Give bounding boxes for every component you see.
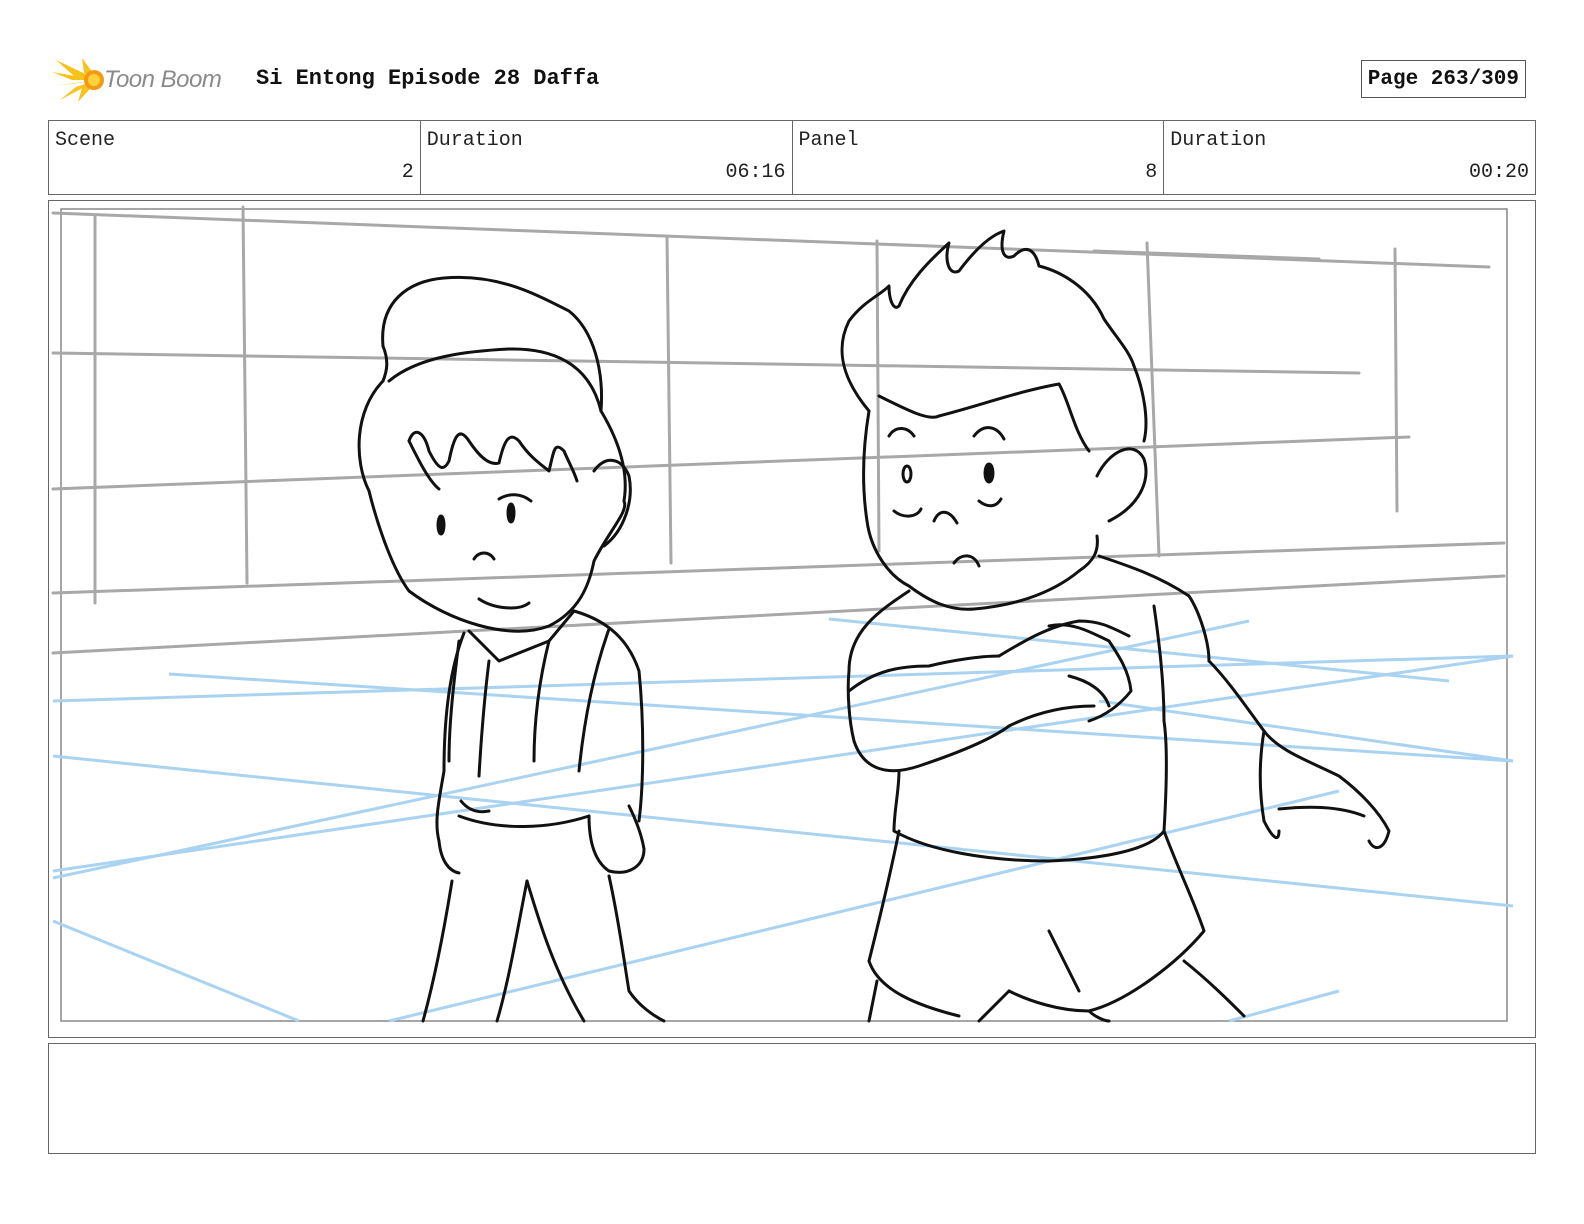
toon-boom-logo: Toon Boom (52, 56, 242, 104)
perspective-grid (52, 617, 1514, 1023)
storyboard-header: Toon Boom Si Entong Episode 28 Daffa Pag… (52, 52, 1540, 108)
background-wall-grid (51, 205, 1506, 655)
panel-duration-label: Duration (1170, 129, 1267, 152)
scene-label: Scene (55, 129, 116, 152)
panel-sketch (51, 205, 1514, 1023)
scene-value: 2 (401, 161, 414, 184)
scene-duration-cell: Duration 06:16 (421, 121, 793, 194)
panel-cell: Panel 8 (793, 121, 1165, 194)
scene-duration-label: Duration (426, 129, 523, 152)
scene-info-table: Scene 2 Duration 06:16 Panel 8 Duration … (48, 120, 1536, 195)
scene-cell: Scene 2 (49, 121, 421, 194)
panel-notes-box (48, 1043, 1536, 1154)
storyboard-panel (48, 200, 1536, 1038)
panel-duration-value: 00:20 (1468, 161, 1529, 184)
character-left (357, 275, 666, 1023)
panel-value: 8 (1145, 161, 1158, 184)
panel-duration-cell: Duration 00:20 (1164, 121, 1535, 194)
starburst-icon (52, 58, 104, 102)
page-indicator: Page 263/309 (1360, 60, 1526, 98)
panel-label: Panel (798, 129, 859, 152)
document-title: Si Entong Episode 28 Daffa (256, 66, 600, 91)
character-right (840, 229, 1391, 1023)
logo-wordmark: Toon Boom (104, 66, 222, 93)
scene-duration-value: 06:16 (725, 161, 786, 184)
